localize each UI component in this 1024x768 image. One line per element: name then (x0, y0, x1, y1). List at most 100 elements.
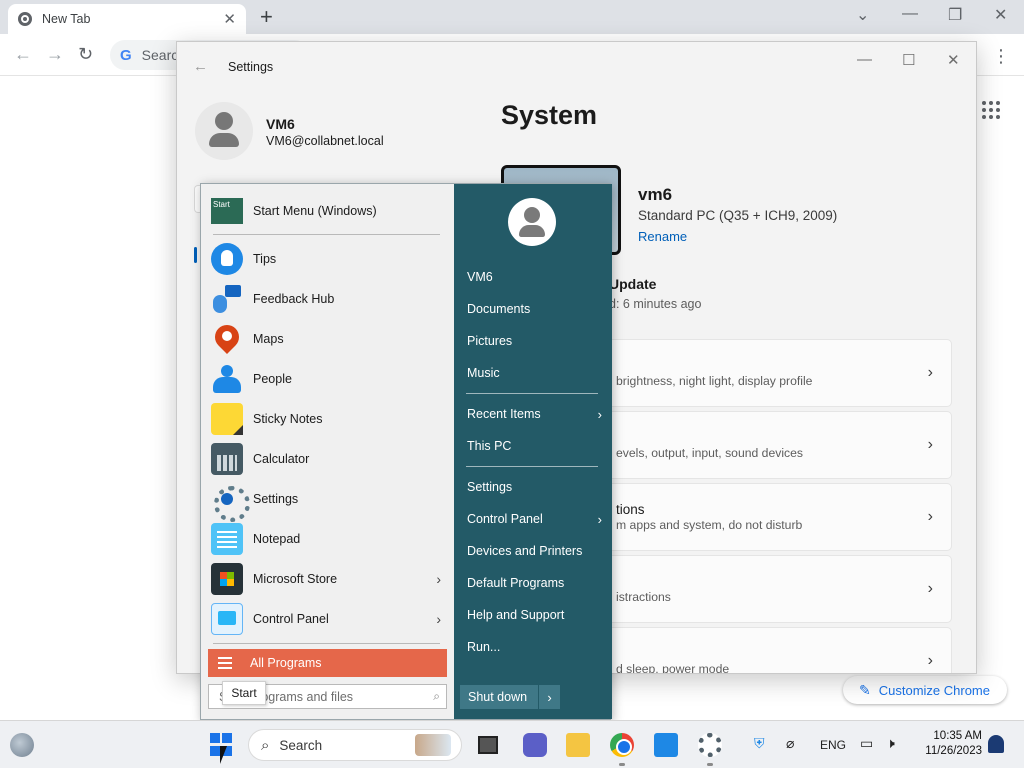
chevron-right-icon: › (927, 364, 933, 381)
card-description: d sleep, power mode (616, 662, 730, 674)
right-item-settings[interactable]: Settings (467, 480, 602, 494)
forward-arrow-icon[interactable]: → (46, 44, 64, 65)
network-offline-icon[interactable]: ⌀ (786, 735, 794, 752)
right-item-user[interactable]: VM6 (467, 270, 602, 284)
start-menu-windows-label: Start Menu (Windows) (253, 204, 377, 218)
chrome-favicon-icon (18, 12, 32, 26)
taskbar: ⌕ Search ⛨ ⌀ ENG ▭ 🕨 10:35 AM 11/26/2023 (0, 720, 1024, 768)
account-name: VM6 (266, 116, 295, 132)
right-item-music[interactable]: Music (467, 366, 602, 380)
file-explorer-icon[interactable] (566, 733, 590, 757)
program-sticky-notes[interactable]: Sticky Notes (211, 400, 445, 438)
settings-window-title: Settings (228, 60, 274, 74)
user-avatar[interactable] (195, 102, 253, 160)
start-menu-windows-item[interactable]: Start Start Menu (Windows) (211, 198, 377, 224)
right-item-recent-items[interactable]: Recent Items › (467, 407, 602, 422)
divider (213, 234, 440, 235)
right-item-this-pc[interactable]: This PC (467, 439, 602, 453)
program-label: Notepad (253, 532, 301, 546)
list-icon (218, 657, 232, 669)
settings-close-button[interactable]: ✕ (947, 51, 960, 69)
input-language-indicator[interactable]: ENG (820, 738, 846, 752)
right-item-help-support[interactable]: Help and Support (467, 608, 602, 622)
program-settings[interactable]: Settings (211, 480, 445, 522)
start-menu-app-icon: Start (211, 198, 243, 224)
sticky-notes-icon (211, 403, 243, 435)
display-icon[interactable]: ▭ (860, 735, 873, 752)
right-item-devices-printers[interactable]: Devices and Printers (467, 544, 602, 558)
program-label: Sticky Notes (253, 412, 323, 426)
weather-widget-icon[interactable] (10, 733, 34, 757)
notepad-icon (211, 523, 243, 555)
program-label: Maps (253, 332, 284, 346)
microsoft-store-taskbar-icon[interactable] (654, 733, 678, 757)
tab-new-tab[interactable]: New Tab ✕ (8, 4, 246, 34)
close-window-button[interactable]: ✕ (994, 5, 1007, 25)
program-maps[interactable]: Maps (211, 320, 445, 358)
right-item-default-programs[interactable]: Default Programs (467, 576, 602, 590)
all-programs-button[interactable]: All Programs (208, 649, 447, 677)
chrome-menu-icon[interactable]: ⋮ (992, 46, 1010, 67)
chevron-right-icon: › (597, 407, 602, 422)
program-microsoft-store[interactable]: Microsoft Store › (211, 560, 445, 598)
chevron-right-icon: › (436, 571, 441, 587)
account-email: VM6@collabnet.local (266, 134, 384, 148)
program-label: Control Panel (253, 612, 329, 626)
card-title: tions (616, 502, 645, 517)
volume-muted-icon[interactable]: 🕨 (886, 735, 895, 752)
program-calculator[interactable]: Calculator (211, 440, 445, 478)
user-picture[interactable] (508, 198, 556, 246)
chrome-icon[interactable] (610, 733, 634, 757)
right-item-label: This PC (467, 439, 512, 453)
windows-update-title[interactable]: Update (609, 276, 656, 292)
windows-update-status: d: 6 minutes ago (609, 297, 702, 311)
settings-maximize-button[interactable]: ☐ (902, 51, 915, 69)
right-item-control-panel[interactable]: Control Panel › (467, 512, 602, 527)
settings-back-icon[interactable]: ← (193, 58, 208, 75)
taskbar-search-box[interactable]: ⌕ Search (248, 729, 462, 761)
security-shield-icon[interactable]: ⛨ (754, 735, 765, 752)
new-tab-button[interactable]: + (260, 4, 273, 30)
divider (466, 466, 598, 467)
google-apps-icon[interactable] (982, 101, 1000, 119)
right-item-label: Documents (467, 302, 531, 316)
notification-bell-icon[interactable] (988, 735, 1004, 753)
reload-icon[interactable]: ↻ (78, 44, 93, 65)
program-tips[interactable]: Tips (211, 240, 445, 278)
clock[interactable]: 10:35 AM 11/26/2023 (916, 729, 982, 759)
teams-chat-icon[interactable] (523, 733, 547, 757)
customize-chrome-button[interactable]: ✎ Customize Chrome (843, 676, 1007, 704)
search-text-tail: ograms and files (261, 689, 354, 704)
right-item-label: Devices and Printers (467, 544, 583, 558)
tab-close-icon[interactable]: ✕ (223, 10, 236, 28)
running-indicator (619, 763, 625, 766)
settings-taskbar-icon[interactable] (698, 733, 722, 757)
right-item-run[interactable]: Run... (467, 640, 602, 654)
right-item-label: Help and Support (467, 608, 565, 622)
task-view-icon[interactable] (478, 736, 498, 754)
back-arrow-icon[interactable]: ← (14, 44, 32, 65)
program-control-panel[interactable]: Control Panel › (211, 600, 445, 638)
program-people[interactable]: People (211, 360, 445, 398)
shutdown-options-chevron-icon[interactable]: › (538, 685, 560, 709)
program-notepad[interactable]: Notepad (211, 520, 445, 558)
nav-selection-indicator (194, 247, 197, 263)
minimize-button[interactable]: — (902, 5, 918, 23)
right-item-label: Control Panel (467, 512, 543, 526)
shutdown-button[interactable]: Shut down › (460, 685, 560, 709)
google-g-icon: G (120, 46, 132, 64)
restore-button[interactable]: ❐ (948, 5, 962, 25)
program-feedback-hub[interactable]: Feedback Hub (211, 280, 445, 318)
search-icon: ⌕ (261, 736, 270, 754)
chevron-right-icon: › (927, 508, 933, 525)
chevron-right-icon: › (927, 436, 933, 453)
right-item-pictures[interactable]: Pictures (467, 334, 602, 348)
device-name: vm6 (638, 185, 673, 204)
chevron-right-icon: › (436, 611, 441, 627)
right-item-documents[interactable]: Documents (467, 302, 602, 316)
rename-link[interactable]: Rename (638, 229, 687, 244)
settings-minimize-button[interactable]: — (857, 51, 872, 68)
running-indicator (707, 763, 713, 766)
divider (466, 393, 598, 394)
tab-search-chevron-icon[interactable]: ⌄ (856, 5, 869, 25)
